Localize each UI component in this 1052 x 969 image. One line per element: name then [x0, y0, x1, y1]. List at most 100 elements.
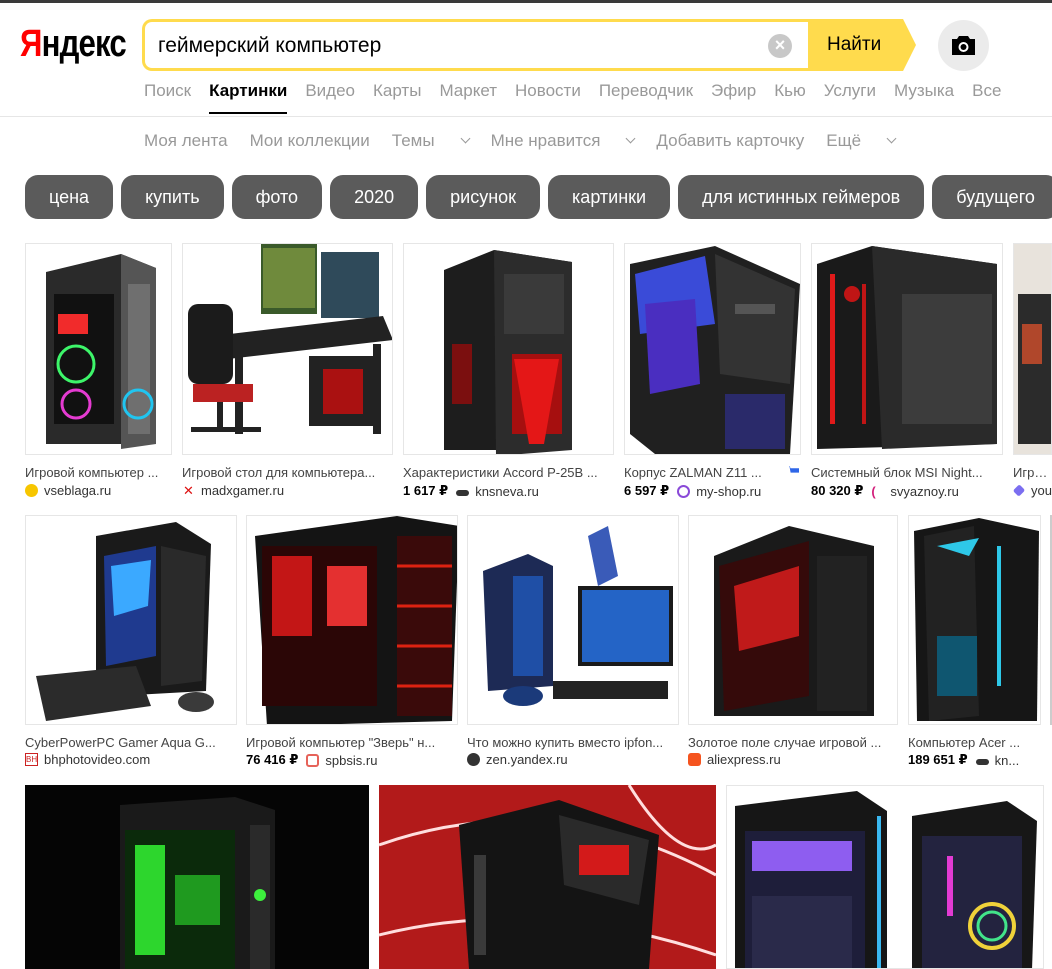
themes-label: Темы	[391, 131, 435, 150]
image-source[interactable]: 80 320 ₽ (svyaznoy.ru	[811, 483, 1003, 499]
yandex-logo[interactable]: Яндекс	[20, 22, 127, 66]
image-result[interactable]: Что можно купить вместо ipfon... zen.yan…	[467, 515, 679, 770]
header-divider	[0, 116, 1052, 117]
image-result[interactable]: Игрово you	[1013, 243, 1052, 503]
suggestion-chip[interactable]: рисунок	[426, 175, 541, 219]
image-caption[interactable]: Что можно купить вместо ipfon...	[467, 735, 672, 750]
site-favicon: ✕	[183, 483, 194, 498]
suggestion-chip[interactable]: фото	[231, 175, 323, 219]
image-thumbnail[interactable]	[246, 515, 458, 725]
image-source[interactable]: you	[1013, 483, 1052, 498]
tab-video[interactable]: Видео	[305, 81, 355, 103]
image-thumbnail[interactable]	[379, 785, 716, 969]
tab-all[interactable]: Все	[972, 81, 1001, 103]
image-source[interactable]: BH bhphotovideo.com	[25, 752, 237, 767]
source-domain: spbsis.ru	[325, 752, 378, 768]
image-thumbnail[interactable]	[25, 515, 237, 725]
image-result[interactable]	[726, 785, 1044, 969]
suggestion-chip[interactable]: цена	[25, 175, 114, 219]
image-caption[interactable]: Игрово	[1013, 465, 1052, 480]
image-result[interactable]: Игровой компьютер ... vseblaga.ru	[25, 243, 172, 503]
image-result[interactable]: Корпус ZALMAN Z11 ... 6 597 ₽ my-shop.ru	[624, 243, 801, 503]
tab-maps[interactable]: Карты	[373, 81, 421, 103]
search-input[interactable]	[158, 32, 758, 60]
image-source[interactable]: zen.yandex.ru	[467, 752, 679, 767]
image-source[interactable]: 76 416 ₽ spbsis.ru	[246, 752, 458, 768]
camera-search-button[interactable]	[938, 20, 989, 71]
image-result[interactable]: Игровой компьютер "Зверь" н... 76 416 ₽ s…	[246, 515, 458, 770]
image-thumbnail[interactable]	[182, 243, 393, 455]
window-top-border	[0, 0, 1052, 3]
tab-music[interactable]: Музыка	[894, 81, 954, 103]
image-result[interactable]: Системный блок MSI Night... 80 320 ₽ (svy…	[811, 243, 1003, 503]
clear-icon[interactable]: ×	[768, 34, 792, 58]
price: 80 320 ₽	[811, 483, 864, 498]
image-result[interactable]	[25, 785, 369, 969]
tab-services[interactable]: Услуги	[824, 81, 876, 103]
tab-news[interactable]: Новости	[515, 81, 581, 103]
site-favicon	[688, 753, 701, 766]
source-domain: aliexpress.ru	[707, 752, 781, 767]
image-caption[interactable]: CyberPowerPC Gamer Aqua G...	[25, 735, 225, 750]
image-caption[interactable]: Игровой компьютер ...	[25, 465, 172, 480]
image-result[interactable]: CyberPowerPC Gamer Aqua G... BH bhphotovi…	[25, 515, 237, 770]
image-thumbnail[interactable]	[25, 785, 369, 969]
image-thumbnail[interactable]	[726, 785, 1044, 969]
site-favicon	[306, 753, 320, 767]
price: 1 617 ₽	[403, 483, 449, 498]
image-result[interactable]	[379, 785, 716, 969]
services-nav: Поиск Картинки Видео Карты Маркет Новост…	[144, 81, 1019, 114]
image-source[interactable]: aliexpress.ru	[688, 752, 898, 767]
image-caption[interactable]: Системный блок MSI Night...	[811, 465, 993, 480]
image-thumbnail[interactable]	[1013, 243, 1052, 455]
tab-search[interactable]: Поиск	[144, 81, 191, 103]
image-source[interactable]: 1 617 ₽ knsneva.ru	[403, 483, 614, 499]
price: 76 416 ₽	[246, 752, 299, 767]
site-favicon	[25, 484, 38, 497]
price: 189 651 ₽	[908, 752, 968, 767]
image-result[interactable]: Золотое поле случае игровой ... aliexpre…	[688, 515, 898, 770]
suggestion-chip[interactable]: будущего	[932, 175, 1052, 219]
more-dropdown[interactable]: Ещё	[826, 131, 897, 151]
tab-images[interactable]: Картинки	[209, 81, 288, 114]
image-thumbnail[interactable]	[688, 515, 898, 725]
add-card-link[interactable]: Добавить карточку	[656, 131, 804, 151]
my-collections-link[interactable]: Мои коллекции	[250, 131, 370, 151]
image-thumbnail[interactable]	[25, 243, 172, 455]
chevron-down-icon	[460, 133, 471, 144]
image-thumbnail[interactable]	[811, 243, 1003, 455]
image-thumbnail[interactable]	[908, 515, 1041, 725]
image-source[interactable]: 6 597 ₽ my-shop.ru	[624, 483, 801, 499]
image-caption[interactable]: Компьютер Acer ...	[908, 735, 1033, 750]
likes-dropdown[interactable]: Мне нравится	[491, 131, 636, 151]
image-caption[interactable]: Золотое поле случае игровой ...	[688, 735, 893, 750]
tab-q[interactable]: Кью	[774, 81, 806, 103]
suggestion-chip[interactable]: для истинных геймеров	[678, 175, 925, 219]
image-source[interactable]: vseblaga.ru	[25, 483, 172, 498]
image-result[interactable]: Игровой стол для компьютера... ✕ madxgame…	[182, 243, 393, 503]
image-result[interactable]: Компьютер Acer ... 189 651 ₽ kn...	[908, 515, 1041, 770]
cart-icon	[787, 466, 799, 473]
site-favicon: (	[871, 483, 876, 499]
suggestion-chip[interactable]: купить	[121, 175, 224, 219]
images-subnav: Моя лента Мои коллекции Темы Мне нравитс…	[144, 131, 917, 151]
find-button[interactable]: Найти	[808, 19, 916, 71]
image-source[interactable]: ✕ madxgamer.ru	[182, 483, 393, 498]
image-result[interactable]: Характеристики Accord P-25B ... 1 617 ₽ k…	[403, 243, 614, 503]
tab-market[interactable]: Маркет	[439, 81, 497, 103]
themes-dropdown[interactable]: Темы	[391, 131, 471, 151]
image-thumbnail[interactable]	[403, 243, 614, 455]
image-caption[interactable]: Корпус ZALMAN Z11 ...	[624, 465, 770, 480]
suggestion-chip[interactable]: картинки	[548, 175, 671, 219]
image-caption[interactable]: Игровой компьютер "Зверь" н...	[246, 735, 446, 750]
suggestion-chip[interactable]: 2020	[330, 175, 419, 219]
source-domain: bhphotovideo.com	[44, 752, 151, 767]
image-source[interactable]: 189 651 ₽ kn...	[908, 752, 1041, 768]
image-caption[interactable]: Игровой стол для компьютера...	[182, 465, 393, 480]
image-caption[interactable]: Характеристики Accord P-25B ...	[403, 465, 609, 480]
image-thumbnail[interactable]	[624, 243, 801, 455]
image-thumbnail[interactable]	[467, 515, 679, 725]
tab-translate[interactable]: Переводчик	[599, 81, 693, 103]
tab-efir[interactable]: Эфир	[711, 81, 756, 103]
my-feed-link[interactable]: Моя лента	[144, 131, 228, 151]
